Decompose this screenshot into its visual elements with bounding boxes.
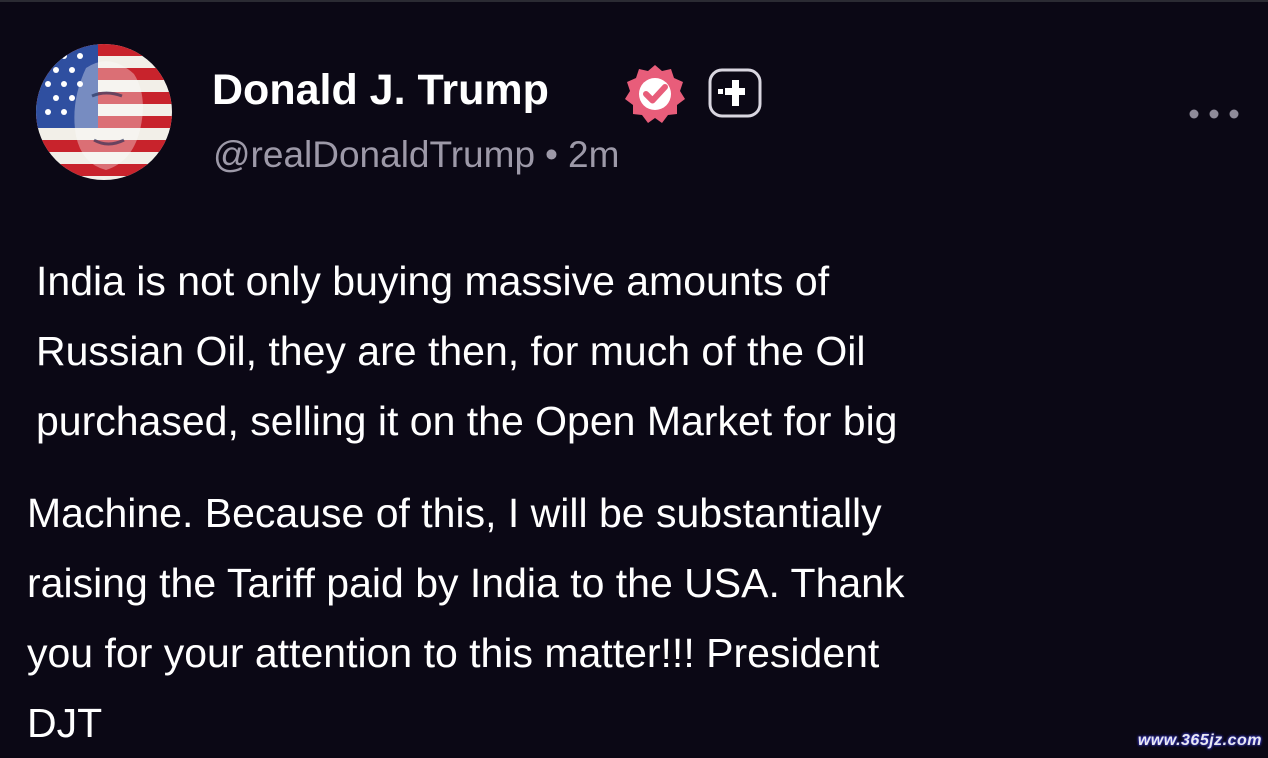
post-body-line: you for your attention to this matter!!!… [27, 630, 880, 676]
post-body-part-1: India is not only buying massive amounts… [36, 246, 897, 456]
more-options-icon[interactable] [1184, 102, 1244, 126]
post-body-line: DJT [27, 700, 103, 746]
avatar[interactable] [36, 44, 172, 180]
watermark: www.365jz.com [1137, 732, 1262, 749]
post-meta: @realDonaldTrump • 2m [213, 132, 619, 178]
timestamp[interactable]: 2m [568, 134, 619, 175]
post-body-part-2: Machine. Because of this, I will be subs… [27, 478, 904, 758]
post-body-line: India is not only buying massive amounts… [36, 258, 830, 304]
avatar-flag-portrait [36, 44, 172, 180]
post-body-line: purchased, selling it on the Open Market… [36, 398, 898, 444]
post-card: Donald J. Trump @realDonaldTrump • 2m Indi… [0, 0, 1268, 756]
meta-separator: • [545, 134, 559, 175]
display-name[interactable]: Donald J. Trump [212, 64, 549, 116]
post-body-line: Machine. Because of this, I will be subs… [27, 490, 882, 536]
post-body-line: Russian Oil, they are then, for much of … [36, 328, 866, 374]
post-body-line: raising the Tariff paid by India to the … [27, 560, 905, 606]
follow-plus-icon[interactable] [708, 68, 762, 118]
handle[interactable]: @realDonaldTrump [213, 134, 535, 175]
verified-badge-icon [624, 62, 686, 124]
